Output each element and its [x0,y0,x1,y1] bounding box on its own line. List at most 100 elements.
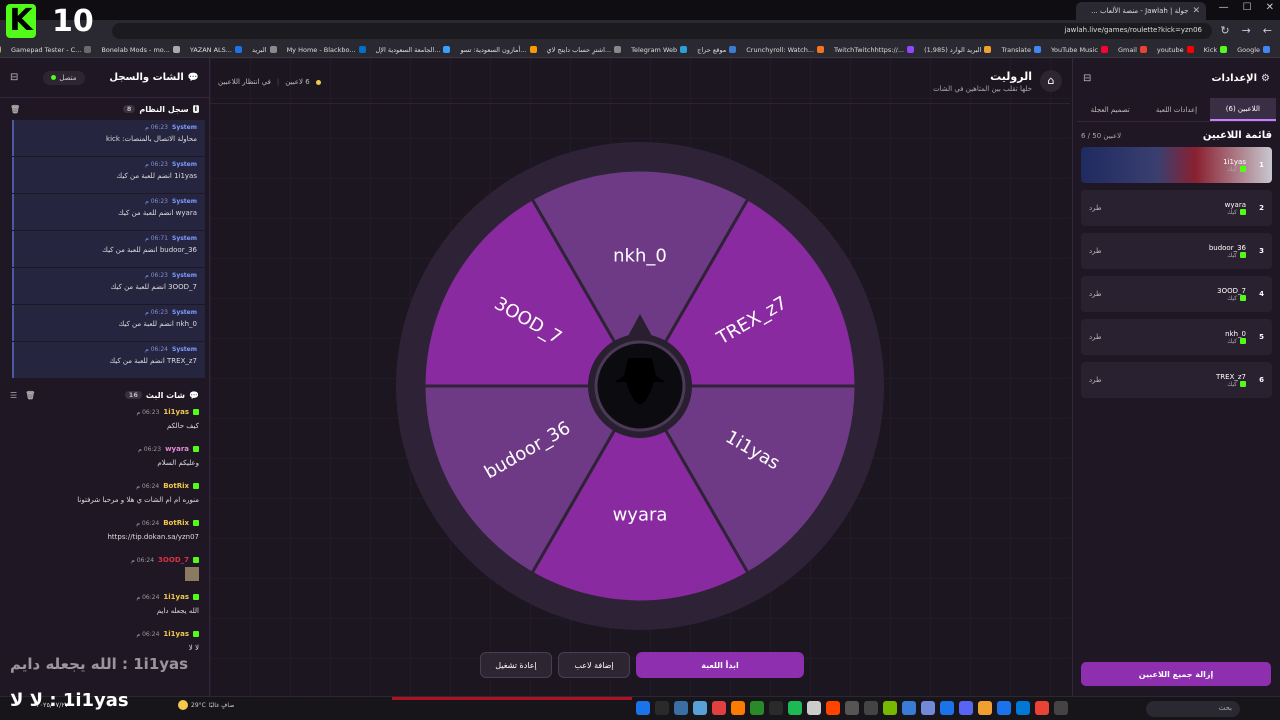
minimize-icon[interactable]: — [1219,2,1229,13]
taskbar: ٢٠٢٥/٠٧/٢٧ 29°C صافٍ غالبًا بحث [0,696,1280,720]
bookmark-item[interactable]: موقع حراج [697,46,737,54]
bookmark-item[interactable]: youtube [1157,46,1194,54]
player-platform: كيك [1102,381,1246,388]
bookmark-item[interactable]: Kick [1204,46,1228,54]
bookmark-item[interactable]: البريد [252,46,277,54]
kick-player-button[interactable]: طرد [1089,204,1102,212]
taskbar-app-icon[interactable] [1035,701,1049,715]
kick-badge-icon [193,409,199,415]
kick-player-button[interactable]: طرد [1089,376,1102,384]
taskbar-app-icon[interactable] [807,701,821,715]
chat-time: 06:23 م [136,408,160,416]
reload-icon[interactable]: ↻ [1220,24,1229,37]
weather-widget[interactable]: 29°C صافٍ غالبًا [178,700,234,710]
log-message: nkh_0 انضم للعبة من كيك [118,320,197,328]
collapse-settings-icon[interactable]: ⊟ [1083,73,1091,84]
taskbar-app-icon[interactable] [655,701,669,715]
bookmark-item[interactable]: Telegram Web [631,46,688,54]
overlay-number: 10 [52,4,94,39]
player-info: TREX_z7 كيك [1102,373,1246,388]
bookmark-item[interactable]: كل الإشارات المرجعية [0,46,1,54]
delete-log-icon[interactable]: 🗑 [10,105,20,114]
bookmark-item[interactable]: Gamepad Tester - C... [11,46,92,54]
back-icon[interactable]: ← [1263,24,1272,37]
taskbar-app-icon[interactable] [636,701,650,715]
browser-tab[interactable]: ✕ جولة | Jawlah - منصة الألعاب ... [1076,2,1206,20]
taskbar-app-icon[interactable] [883,701,897,715]
taskbar-app-icon[interactable] [712,701,726,715]
taskbar-app-icon[interactable] [864,701,878,715]
log-source: System [172,161,197,168]
kick-player-button[interactable]: طرد [1089,247,1102,255]
taskbar-app-icon[interactable] [959,701,973,715]
platform-label: كيك [1227,165,1237,173]
taskbar-app-icon[interactable] [997,701,1011,715]
chat-username[interactable]: 1i1yas [163,408,189,416]
player-rank: 1 [1259,161,1264,169]
system-log-list: System 06:23 م محاولة الاتصال بالمنصات: ki… [12,120,205,378]
bookmark-item[interactable]: اشترِ حساب دايتج لاي... [547,46,622,54]
collapse-panel-icon[interactable]: ⊟ [10,72,18,83]
bookmark-item[interactable]: الجامعة السعودية الإل... [376,46,451,54]
bookmark-item[interactable]: Translate [1001,46,1041,54]
chat-text: منوره ام ام الشات ي هلا و مرحبا شرفتونا [77,496,199,504]
taskbar-app-icon[interactable] [902,701,916,715]
remove-all-players-button[interactable]: إزالة جميع اللاعبين [1081,662,1271,686]
maximize-icon[interactable]: ☐ [1243,2,1252,13]
bookmark-label: TwitchTwitchhttps://... [834,45,905,54]
platform-label: كيك [1227,337,1237,345]
gear-icon: ⚙ [1261,72,1270,84]
address-bar: ☆ ⚲ jawlah.live/games/roulette?kick=yzn0… [0,20,1280,42]
taskbar-app-icon[interactable] [978,701,992,715]
chat-message: 1i1yas 06:23 م كيف حالكم [12,406,199,443]
bookmark-item[interactable]: Crunchyroll: Watch... [746,46,825,54]
taskbar-app-icon[interactable] [1054,701,1068,715]
restart-button[interactable]: إعادة تشغيل [480,652,552,678]
taskbar-app-icon[interactable] [826,701,840,715]
chat-username[interactable]: wyara [165,445,189,453]
taskbar-app-icon[interactable] [788,701,802,715]
filter-chat-icon[interactable]: ☰ [10,391,17,400]
bookmark-item[interactable]: YouTube Music [1051,46,1108,54]
bookmark-item[interactable]: البريد الوارد (1,985) [924,46,992,54]
taskbar-search[interactable]: بحث [1146,701,1240,717]
taskbar-app-icon[interactable] [769,701,783,715]
taskbar-app-icon[interactable] [845,701,859,715]
bookmark-item[interactable]: My Home - Blackbo... [287,46,366,54]
add-player-button[interactable]: إضافة لاعب [558,652,630,678]
bookmark-item[interactable]: Bonelab Mods - mo... [101,46,180,54]
settings-tab[interactable]: إعدادات اللعبة [1143,98,1209,121]
kick-player-button[interactable]: طرد [1089,333,1102,341]
log-time: 06:23 م [145,124,168,131]
settings-tab[interactable]: اللاعبين (6) [1209,98,1276,121]
bookmark-item[interactable]: YAZAN ALS... [190,46,242,54]
taskbar-app-icon[interactable] [674,701,688,715]
close-window-icon[interactable]: ✕ [1266,2,1274,13]
chat-username[interactable]: BotRix [163,519,189,527]
delete-chat-icon[interactable]: 🗑 [25,391,35,400]
url-field[interactable]: jawlah.live/games/roulette?kick=yzn06 [112,23,1212,39]
chat-username[interactable]: 1i1yas [163,593,189,601]
home-icon[interactable]: ⌂ [1040,70,1062,92]
roulette-wheel[interactable]: nkh_0TREX_z71i1yaswyarabudoor_363OOD_7 [396,142,884,630]
status-dot-icon [51,75,57,80]
taskbar-app-icon[interactable] [731,701,745,715]
taskbar-app-icon[interactable] [693,701,707,715]
kick-player-button[interactable]: طرد [1089,290,1102,298]
bookmark-item[interactable]: أمازون السعودية: تسو... [460,46,537,54]
player-row: 2 wyara كيك طرد [1081,190,1272,226]
chat-username[interactable]: BotRix [163,482,189,490]
taskbar-app-icon[interactable] [940,701,954,715]
taskbar-app-icon[interactable] [921,701,935,715]
bookmark-item[interactable]: TwitchTwitchhttps://... [834,45,915,54]
bookmark-item[interactable]: Gmail [1118,46,1147,54]
start-game-button[interactable]: ابدأ اللعبة [636,652,804,678]
bookmark-item[interactable]: Google [1237,46,1270,54]
chat-username[interactable]: 1i1yas [163,630,189,638]
forward-icon[interactable]: → [1242,24,1251,37]
close-tab-icon[interactable]: ✕ [1192,6,1200,16]
chat-username[interactable]: 3OOD_7 [158,556,189,564]
settings-tab[interactable]: تصميم العجلة [1077,98,1143,121]
taskbar-app-icon[interactable] [750,701,764,715]
taskbar-app-icon[interactable] [1016,701,1030,715]
